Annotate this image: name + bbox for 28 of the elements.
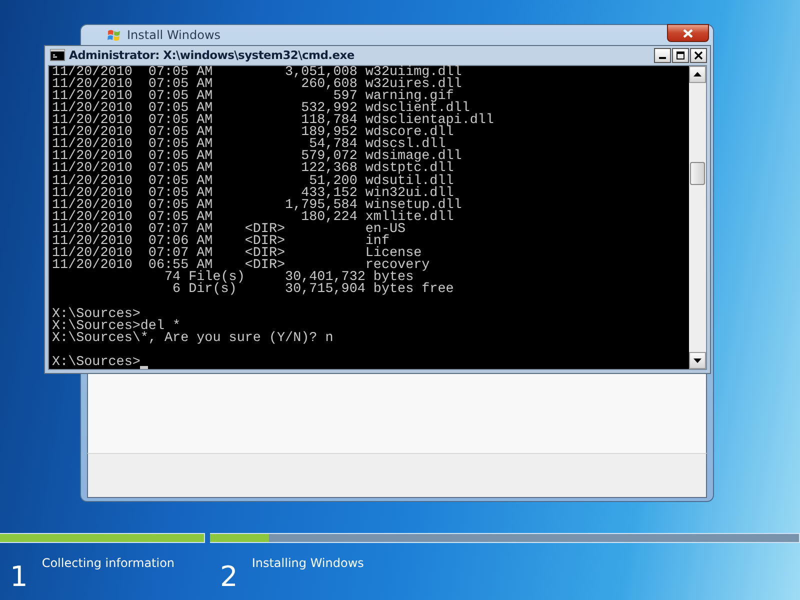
windows-logo-icon <box>107 28 121 42</box>
step-label: Collecting information <box>42 556 175 570</box>
window-title: Install Windows <box>127 28 221 42</box>
maximize-button[interactable] <box>672 48 689 63</box>
scroll-thumb[interactable] <box>690 162 705 185</box>
close-icon <box>683 28 693 38</box>
minimize-button[interactable] <box>654 48 671 63</box>
down-arrow-icon <box>693 358 702 364</box>
minimize-icon <box>659 57 666 60</box>
scrollbar[interactable] <box>689 66 706 369</box>
text-cursor <box>140 366 148 369</box>
console-line: 6 Dir(s) 30,715,904 bytes free <box>172 284 455 296</box>
close-icon <box>694 50 703 60</box>
maximize-icon <box>676 50 685 60</box>
console-line: 11/20/2010 07:05 AM 122,368 wdstptc.dll <box>52 163 454 176</box>
console-line: 74 File(s) 30,401,732 bytes <box>163 272 414 284</box>
step-label: Installing Windows <box>252 556 364 570</box>
console-icon <box>50 49 65 62</box>
console-line: X:\Sources> <box>52 356 140 369</box>
step-number: 1 <box>10 562 28 592</box>
scroll-up-button[interactable] <box>689 66 706 83</box>
console-line: X:\Sources\*, Are you sure (Y/N)? n <box>52 332 334 345</box>
close-button[interactable] <box>690 48 707 63</box>
window-title: Administrator: X:\windows\system32\cmd.exe <box>69 48 354 62</box>
up-arrow-icon <box>693 71 702 78</box>
step-number: 2 <box>220 562 238 592</box>
scroll-down-button[interactable] <box>689 352 706 369</box>
close-button[interactable] <box>667 24 709 42</box>
